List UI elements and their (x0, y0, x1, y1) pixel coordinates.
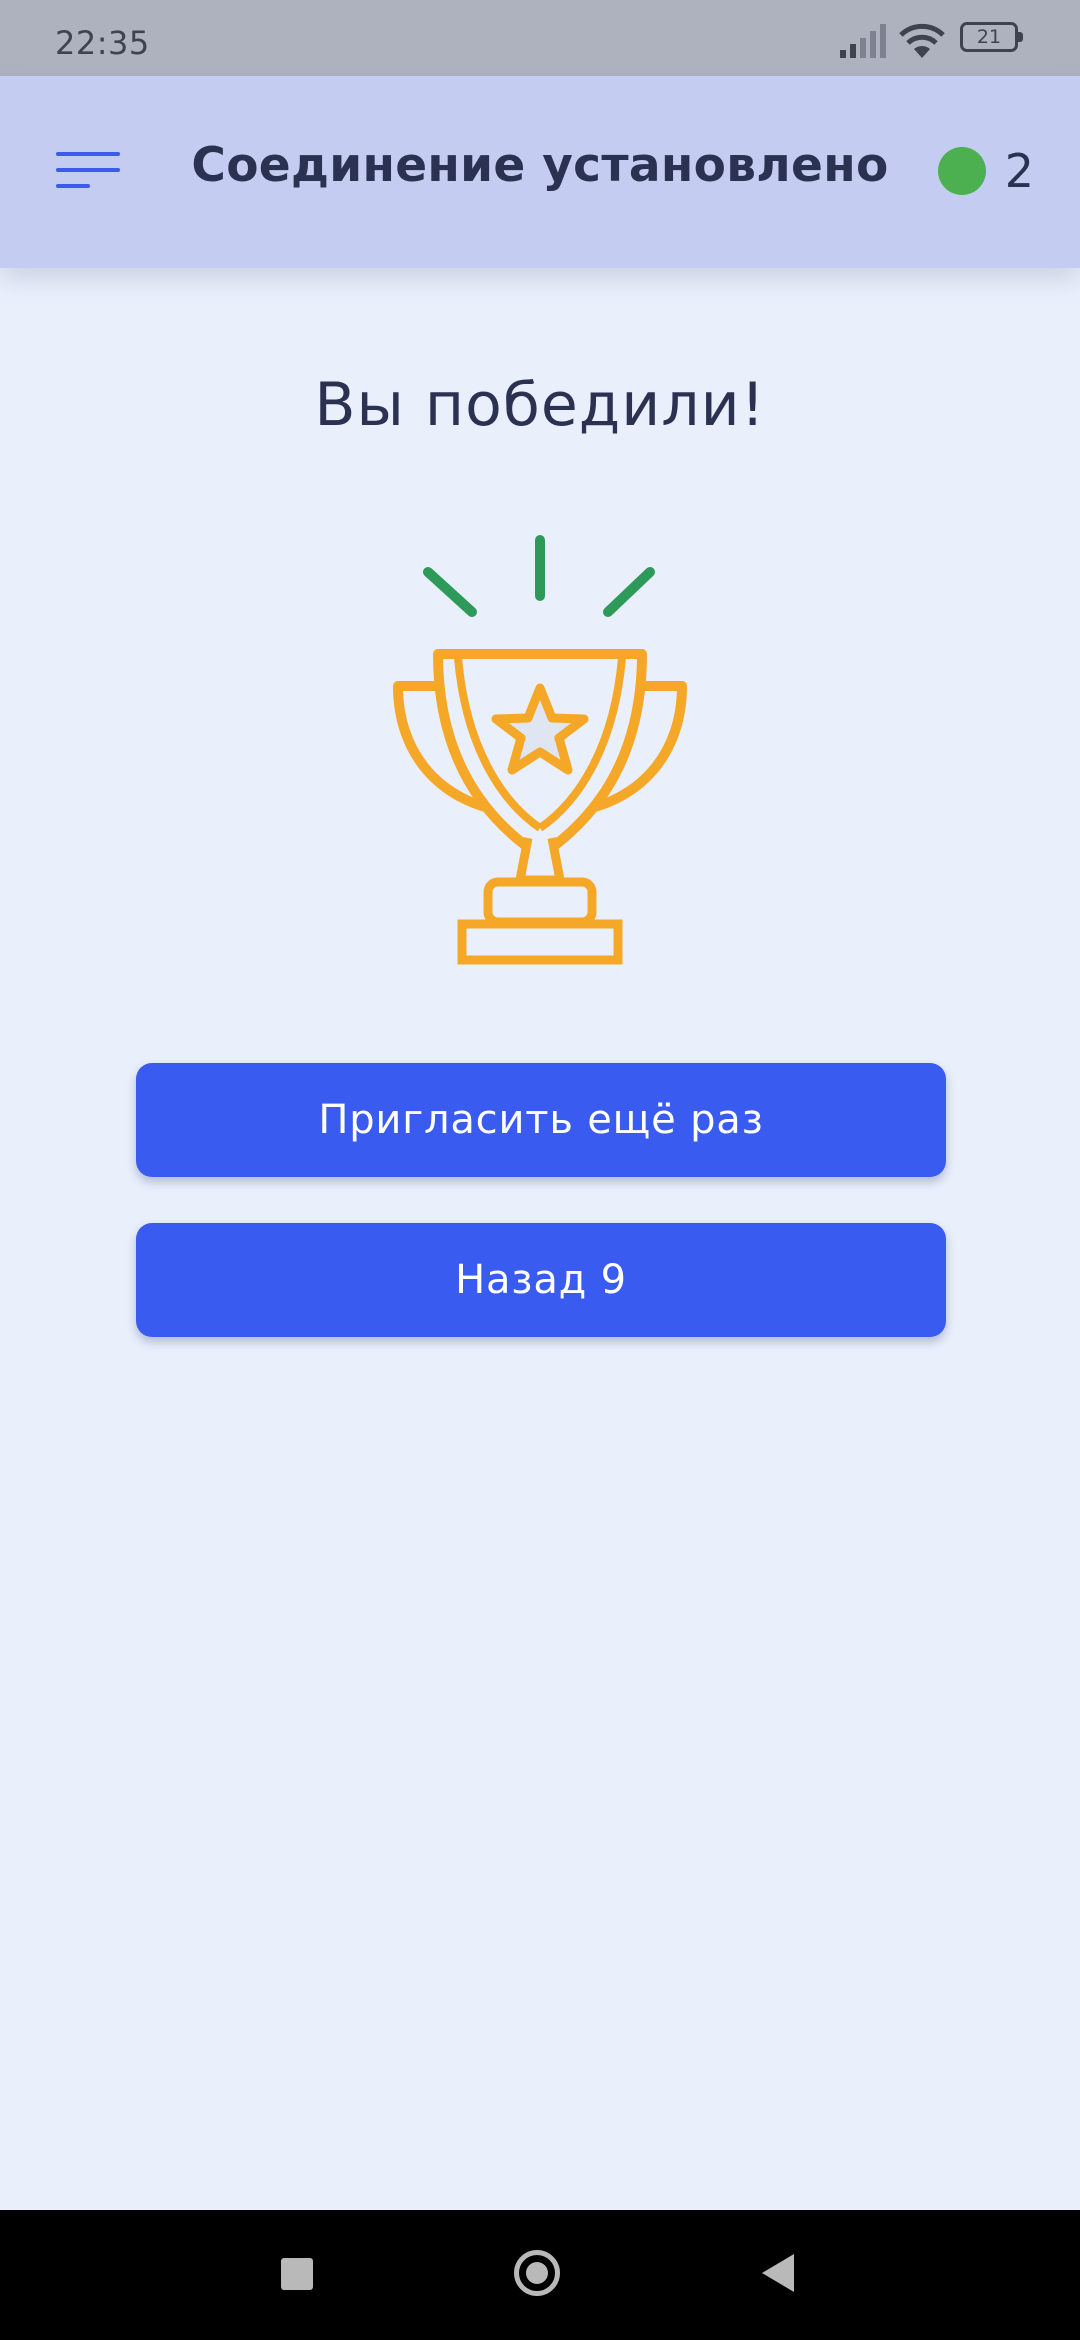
battery-icon: 21 (960, 22, 1026, 58)
back-button[interactable]: Назад 9 (136, 1223, 946, 1337)
sparkle-left (423, 567, 477, 617)
battery-level: 21 (960, 22, 1018, 52)
recent-apps-icon[interactable] (281, 2258, 313, 2290)
wifi-icon (899, 23, 945, 58)
trophy-icon (393, 535, 687, 965)
online-players: 2 (924, 144, 1034, 198)
page-title: Соединение установлено (191, 138, 889, 193)
result-title: Вы победили! (314, 370, 766, 440)
app-bar: Соединение установлено 2 (0, 76, 1080, 268)
sparkle-right (603, 567, 655, 617)
signal-icon (840, 24, 886, 58)
home-icon[interactable] (514, 2250, 560, 2296)
status-icons: 21 (840, 18, 1023, 62)
online-count: 2 (1004, 144, 1034, 198)
online-status-icon (938, 147, 986, 195)
back-icon[interactable] (762, 2254, 794, 2292)
navigation-bar (0, 2210, 1080, 2340)
invite-again-button[interactable]: Пригласить ещё раз (136, 1063, 946, 1177)
status-time: 22:35 (55, 24, 150, 62)
status-bar: 22:35 21 (0, 0, 1080, 76)
